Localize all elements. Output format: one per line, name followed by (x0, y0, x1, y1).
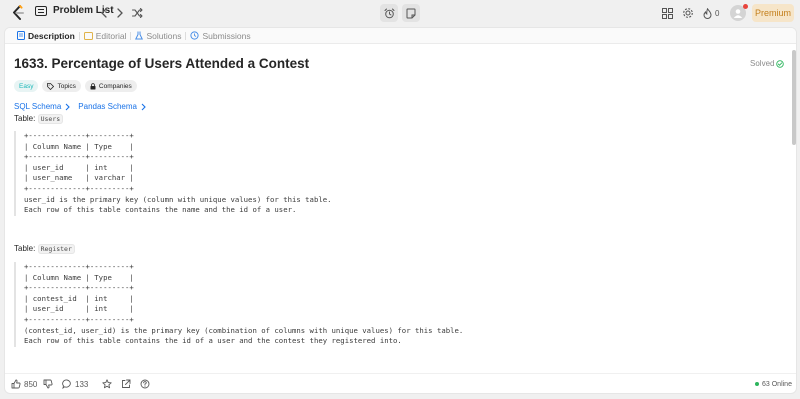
schema-links: SQL Schema Pandas Schema (14, 102, 146, 111)
tab-submissions-label: Submissions (202, 30, 251, 41)
tab-editorial-label: Editorial (95, 30, 127, 41)
solved-label: Solved (750, 59, 775, 68)
tab-solutions[interactable]: Solutions (131, 28, 185, 44)
companies-button[interactable]: Companies (84, 80, 137, 92)
thumbs-down-icon (43, 379, 53, 389)
list-icon (35, 5, 47, 16)
users-schema-block: +-------------+---------+ | Column Name … (14, 131, 787, 216)
top-nav: Problem List 0 Premium (0, 0, 800, 26)
description-panel: Description Editorial Solutions Submissi… (4, 27, 797, 394)
history-icon (190, 31, 200, 40)
difficulty-badge: Easy (14, 80, 39, 92)
streak-count: 0 (715, 8, 720, 18)
premium-button[interactable]: Premium (752, 4, 794, 22)
share-button[interactable] (121, 379, 131, 389)
page-title: 1633. Percentage of Users Attended a Con… (14, 56, 310, 71)
online-count: 63 Online (762, 380, 792, 388)
description-doc-icon (17, 31, 25, 40)
lock-icon (90, 82, 96, 90)
chevron-left-icon[interactable] (98, 7, 110, 19)
tab-description-label: Description (28, 30, 75, 41)
question-circle-icon (140, 379, 150, 389)
alarm-clock-icon (384, 8, 395, 19)
bottom-action-bar: 850 133 63 Online (5, 373, 796, 393)
online-dot (755, 382, 759, 386)
table-prefix: Table: (14, 244, 38, 253)
tab-submissions[interactable]: Submissions (186, 28, 254, 44)
scrollbar-thumb[interactable] (792, 50, 796, 145)
scrollbar[interactable] (792, 45, 796, 370)
table-prefix: Table: (14, 114, 38, 123)
pandas-schema-link[interactable]: Pandas Schema (78, 102, 146, 111)
notification-dot (743, 4, 748, 9)
shuffle-icon[interactable] (131, 7, 143, 19)
tab-solutions-label: Solutions (146, 30, 182, 41)
favorite-button[interactable] (102, 379, 112, 389)
sql-schema-label: SQL Schema (14, 102, 62, 111)
leetcode-logo-icon[interactable] (11, 5, 25, 21)
pandas-schema-label: Pandas Schema (78, 102, 137, 111)
sql-schema-link[interactable]: SQL Schema (14, 102, 71, 111)
note-icon (406, 8, 416, 19)
book-icon (83, 31, 93, 40)
comments-button[interactable]: 133 (62, 379, 88, 389)
layout-grid-icon[interactable] (661, 7, 673, 19)
topics-button[interactable]: Topics (42, 80, 81, 92)
notes-button[interactable] (402, 4, 420, 22)
like-button[interactable]: 850 (11, 379, 37, 389)
help-button[interactable] (140, 379, 150, 389)
user-avatar-icon (732, 7, 744, 19)
tab-editorial[interactable]: Editorial (80, 28, 131, 44)
chevron-right-icon[interactable] (114, 7, 126, 19)
panel-tabs: Description Editorial Solutions Submissi… (5, 28, 796, 44)
tag-icon (47, 82, 55, 90)
table-name: Users (37, 114, 64, 124)
like-count: 850 (24, 379, 38, 389)
share-icon (121, 379, 131, 389)
chevron-right-icon (65, 103, 71, 111)
fire-icon (703, 7, 712, 19)
streak-counter[interactable]: 0 (703, 7, 719, 19)
comment-icon (62, 379, 72, 389)
tab-description[interactable]: Description (13, 28, 79, 44)
problem-tags: Easy Topics Companies (14, 80, 137, 92)
check-circle-icon (776, 59, 785, 68)
table-name: Register (37, 244, 75, 254)
companies-label: Companies (98, 82, 132, 90)
solved-status: Solved (750, 59, 785, 68)
alarm-clock-button[interactable] (380, 4, 398, 22)
problem-content: 1633. Percentage of Users Attended a Con… (5, 45, 792, 370)
thumbs-up-icon (11, 379, 21, 389)
online-status: 63 Online (755, 381, 792, 388)
comment-count: 133 (75, 379, 89, 389)
register-schema-block: +-------------+---------+ | Column Name … (14, 262, 787, 347)
table-register-label: Table: Register (14, 244, 75, 254)
difficulty-label: Easy (19, 82, 34, 90)
topics-label: Topics (57, 82, 76, 90)
gear-icon[interactable] (682, 7, 694, 19)
dislike-button[interactable] (43, 379, 53, 389)
chevron-right-icon (141, 103, 146, 111)
flask-icon (135, 31, 144, 40)
star-icon (102, 379, 112, 389)
table-users-label: Table: Users (14, 114, 64, 124)
